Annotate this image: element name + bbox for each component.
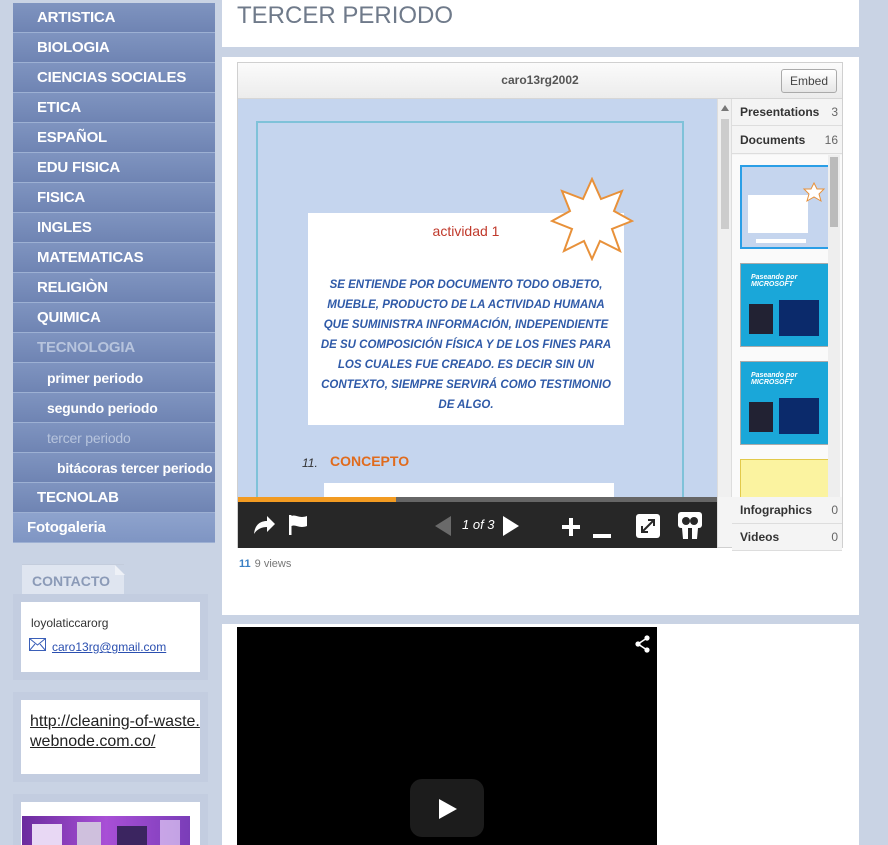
slideshare-logo-icon[interactable]: [678, 512, 702, 545]
side-scrollbar[interactable]: [718, 99, 732, 497]
play-button[interactable]: [410, 779, 484, 837]
menu-item-biologia[interactable]: BIOLOGIA: [13, 33, 215, 63]
contact-box: loyolaticcarorg caro13rg@gmail.com: [13, 594, 208, 680]
share-arrow-icon[interactable]: [252, 514, 276, 541]
contacto-tab: CONTACTO: [22, 564, 125, 594]
presentations-label: Presentations: [740, 105, 820, 119]
menu-item-fisica[interactable]: FISICA: [13, 183, 215, 213]
document-page[interactable]: actividad 1 SE ENTIENDE POR DOCUMENTO TO…: [238, 99, 717, 497]
documents-count: 16: [824, 133, 838, 147]
menu-item-matematicas[interactable]: MATEMATICAS: [13, 243, 215, 273]
menu-item-artistica[interactable]: ARTISTICA: [13, 3, 215, 33]
external-link[interactable]: http://cleaning-of-waste.webnode.com.co/: [21, 700, 200, 752]
video-player[interactable]: [237, 627, 657, 845]
menu-item-primer-periodo[interactable]: primer periodo: [13, 363, 215, 393]
player-header: caro13rg2002 Embed: [238, 63, 842, 99]
player-controls: 1 of 3: [238, 502, 717, 548]
prev-page-icon[interactable]: [434, 515, 452, 542]
thumbnails-scroll-thumb[interactable]: [830, 157, 838, 227]
star-shape: [550, 177, 634, 261]
flag-icon[interactable]: [288, 514, 308, 541]
menu-item-bitacoras-tercer-periodo[interactable]: bitácoras tercer periodo: [13, 453, 215, 483]
sidebar-image[interactable]: [22, 816, 190, 845]
menu-item-etica[interactable]: ETICA: [13, 93, 215, 123]
zoom-out-icon[interactable]: [593, 525, 611, 543]
menu-item-tecnolab[interactable]: TECNOLAB: [13, 483, 215, 513]
related-sidebar: Presentations 3 Documents 16 Paseando po…: [717, 99, 842, 551]
menu-item-espanol[interactable]: ESPAÑOL: [13, 123, 215, 153]
doc-thumbnail[interactable]: [740, 459, 832, 497]
play-icon: [439, 799, 457, 819]
page-title: TERCER PERIODO: [237, 2, 454, 29]
fullscreen-icon[interactable]: [636, 514, 660, 543]
tab-presentations[interactable]: Presentations 3: [732, 99, 842, 126]
page-counter: 1 of 3: [462, 517, 495, 532]
menu-item-tecnologia[interactable]: TECNOLOGIA: [13, 333, 215, 363]
tab-documents[interactable]: Documents 16: [732, 127, 842, 154]
scroll-up-icon: [721, 105, 729, 111]
view-stats: 11 9 views: [239, 558, 291, 570]
doc-thumbnail[interactable]: [740, 165, 832, 249]
videos-label: Videos: [740, 530, 780, 544]
contact-email-link[interactable]: caro13rg@gmail.com: [52, 640, 166, 654]
page-snippet: [324, 483, 614, 497]
menu-item-fotogaleria[interactable]: Fotogaleria: [13, 513, 215, 543]
document-player: caro13rg2002 Embed actividad 1 SE ENTIEN…: [237, 62, 843, 551]
tab-infographics[interactable]: Infographics 0: [732, 497, 842, 524]
documents-label: Documents: [740, 133, 806, 147]
menu-item-tercer-periodo[interactable]: tercer periodo: [13, 423, 215, 453]
contact-name: loyolaticcarorg: [31, 616, 109, 630]
menu-item-ingles[interactable]: INGLES: [13, 213, 215, 243]
tab-videos[interactable]: Videos 0: [732, 524, 842, 551]
doc-thumbnail[interactable]: Paseando por MICROSOFT: [740, 361, 832, 445]
activity-body: SE ENTIENDE POR DOCUMENTO TODO OBJETO, M…: [320, 279, 612, 411]
zoom-in-icon[interactable]: [562, 518, 580, 541]
thumbnail-caption: Paseando por MICROSOFT: [751, 372, 798, 386]
views-count: 11: [239, 558, 251, 570]
thumbnail-caption: Paseando por MICROSOFT: [751, 274, 798, 288]
presentations-count: 3: [831, 105, 838, 119]
menu-item-edu-fisica[interactable]: EDU FISICA: [13, 153, 215, 183]
player-title[interactable]: caro13rg2002: [238, 73, 842, 87]
menu-item-ciencias-sociales[interactable]: CIENCIAS SOCIALES: [13, 63, 215, 93]
menu-item-religion[interactable]: RELIGIÒN: [13, 273, 215, 303]
section-number: 11.: [302, 456, 318, 470]
embed-button[interactable]: Embed: [780, 69, 837, 93]
menu-item-quimica[interactable]: QUIMICA: [13, 303, 215, 333]
share-icon[interactable]: [635, 635, 651, 658]
thumbnails-scrollbar[interactable]: [828, 155, 840, 497]
envelope-icon: [29, 638, 46, 656]
views-label: 9 views: [254, 558, 292, 570]
infographics-label: Infographics: [740, 503, 813, 517]
videos-count: 0: [831, 530, 838, 544]
side-scroll-thumb[interactable]: [721, 119, 729, 229]
section-title: CONCEPTO: [330, 453, 410, 469]
doc-thumbnail[interactable]: Paseando por MICROSOFT: [740, 263, 832, 347]
document-thumbnails: Paseando por MICROSOFT Paseando por MICR…: [732, 155, 842, 497]
menu-item-segundo-periodo[interactable]: segundo periodo: [13, 393, 215, 423]
next-page-icon[interactable]: [502, 515, 520, 542]
infographics-count: 0: [831, 503, 838, 517]
link-box: http://cleaning-of-waste.webnode.com.co/: [13, 692, 208, 782]
sidebar-menu: ARTISTICA BIOLOGIA CIENCIAS SOCIALES ETI…: [13, 3, 215, 543]
